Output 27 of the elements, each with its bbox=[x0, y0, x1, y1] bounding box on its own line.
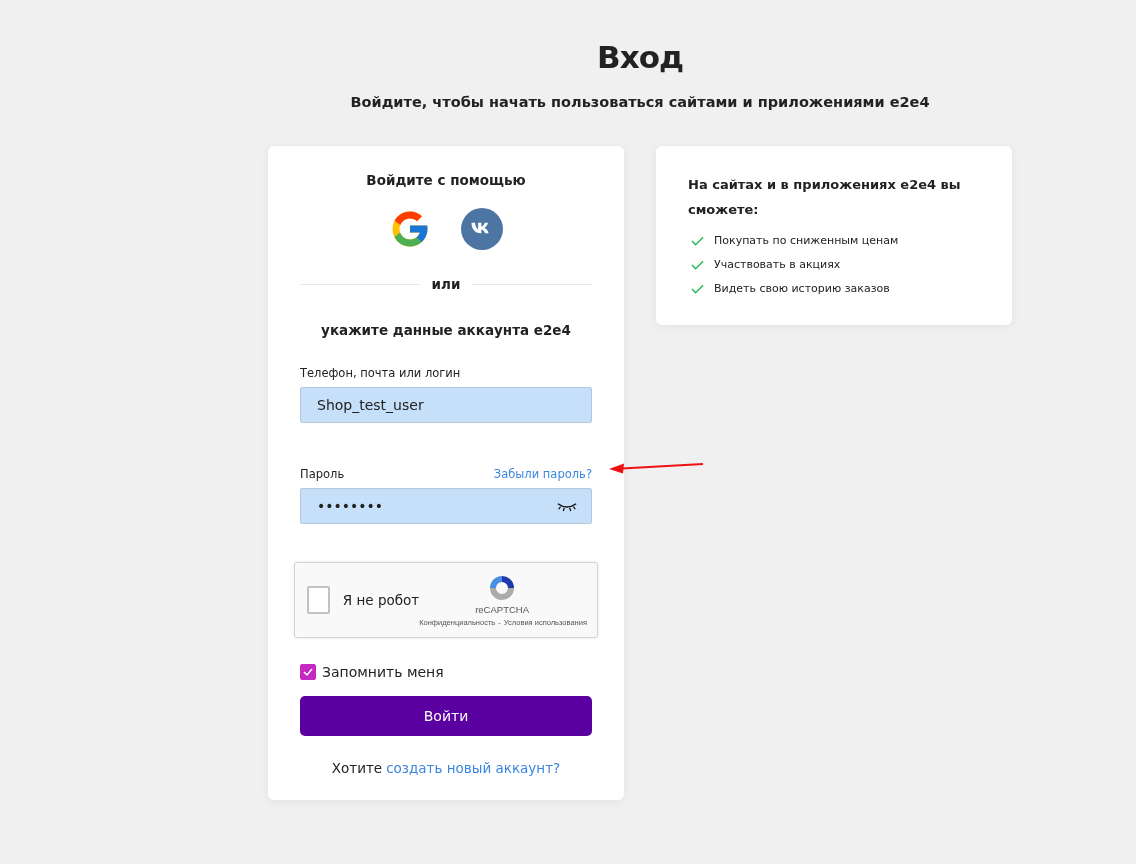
signup-prompt: Хотите bbox=[331, 760, 383, 776]
social-heading: Войдите с помощью bbox=[366, 172, 526, 188]
recaptcha-brand: reCAPTCHA bbox=[475, 604, 529, 615]
benefit-item: Участвовать в акциях bbox=[714, 258, 841, 271]
page-subtitle: Войдите, чтобы начать пользоваться сайтами и приложениями e2e4 bbox=[349, 93, 931, 112]
forgot-password-link[interactable]: Забыли пароль? bbox=[493, 467, 592, 481]
login-button[interactable]: Войти bbox=[300, 696, 592, 736]
vk-logo-icon[interactable] bbox=[461, 208, 503, 250]
login-field[interactable]: Shop_test_user bbox=[300, 387, 592, 423]
check-icon bbox=[691, 259, 704, 270]
captcha-label: Я не робот bbox=[342, 592, 420, 608]
remember-label: Запомнить меня bbox=[322, 664, 444, 680]
divider-text: или bbox=[431, 276, 461, 292]
field-label: Телефон, почта или логин bbox=[300, 366, 461, 380]
captcha-checkbox[interactable] bbox=[307, 586, 330, 614]
field-label: Пароль bbox=[300, 467, 345, 481]
page-title: Вход bbox=[596, 38, 684, 77]
account-heading: укажите данные аккаунта e2e4 bbox=[321, 322, 571, 338]
password-field[interactable]: •••••••• bbox=[300, 488, 592, 524]
closed-eye-icon[interactable] bbox=[556, 501, 578, 512]
benefits-heading: На сайтах и в приложениях e2e4 вы сможете: bbox=[688, 176, 962, 219]
signup-link[interactable]: создать новый аккаунт? bbox=[386, 760, 561, 776]
remember-checkbox[interactable] bbox=[300, 664, 316, 680]
benefit-item: Видеть свою историю заказов bbox=[714, 282, 890, 295]
check-icon bbox=[691, 283, 704, 294]
benefit-item: Покупать по сниженным ценам bbox=[714, 234, 899, 247]
check-icon bbox=[691, 235, 704, 246]
